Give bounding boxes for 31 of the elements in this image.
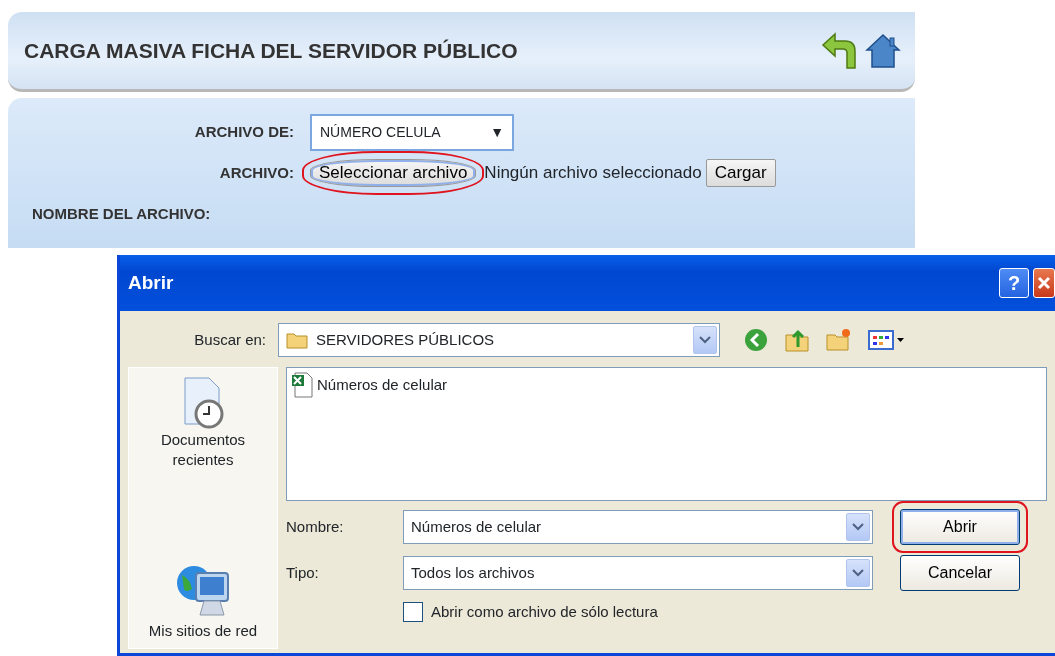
close-button[interactable] <box>1033 268 1055 298</box>
field-label: Buscar en: <box>193 329 267 350</box>
cancel-button[interactable]: Cancelar <box>900 555 1020 591</box>
close-icon <box>1036 275 1052 291</box>
place-item[interactable]: Mis sitios de red <box>148 560 258 640</box>
folder-icon <box>286 331 308 349</box>
window-title: Abrir <box>128 270 174 295</box>
home-icon[interactable] <box>865 32 901 69</box>
help-button[interactable]: ? <box>999 268 1029 298</box>
field-label: ARCHIVO: <box>218 162 294 183</box>
file-type-select[interactable]: NÚMERO CELULA ▼ <box>310 114 514 151</box>
read-only-checkbox[interactable]: Abrir como archivo de sólo lectura <box>403 601 873 624</box>
page-title: CARGA MASIVA FICHA DEL SERVIDOR PÚBLICO <box>24 37 518 64</box>
field-label: Nombre: <box>286 516 345 537</box>
view-menu-icon[interactable] <box>868 329 906 351</box>
up-folder-icon[interactable] <box>784 327 810 353</box>
caret-icon: ▼ <box>490 122 504 143</box>
field-label: Tipo: <box>286 562 320 583</box>
back-icon[interactable] <box>744 328 768 352</box>
upload-button[interactable]: Cargar <box>705 159 776 188</box>
look-in-dropdown[interactable]: SERVIDORES PÚBLICOS <box>278 323 720 357</box>
field-label: NOMBRE DEL ARCHIVO: <box>32 204 212 225</box>
place-item[interactable]: Documentos recientes <box>148 376 258 469</box>
new-folder-icon[interactable] <box>826 328 852 352</box>
field-label: ARCHIVO DE: <box>193 122 294 143</box>
file-item[interactable]: Números de celular <box>291 372 448 398</box>
file-type-dropdown[interactable]: Todos los archivos <box>403 556 873 590</box>
spreadsheet-file-icon <box>291 372 313 398</box>
back-arrow-icon[interactable] <box>821 31 857 70</box>
file-status-text: Ningún archivo seleccionado <box>484 162 702 185</box>
file-name-field[interactable]: Números de celular <box>403 510 873 544</box>
